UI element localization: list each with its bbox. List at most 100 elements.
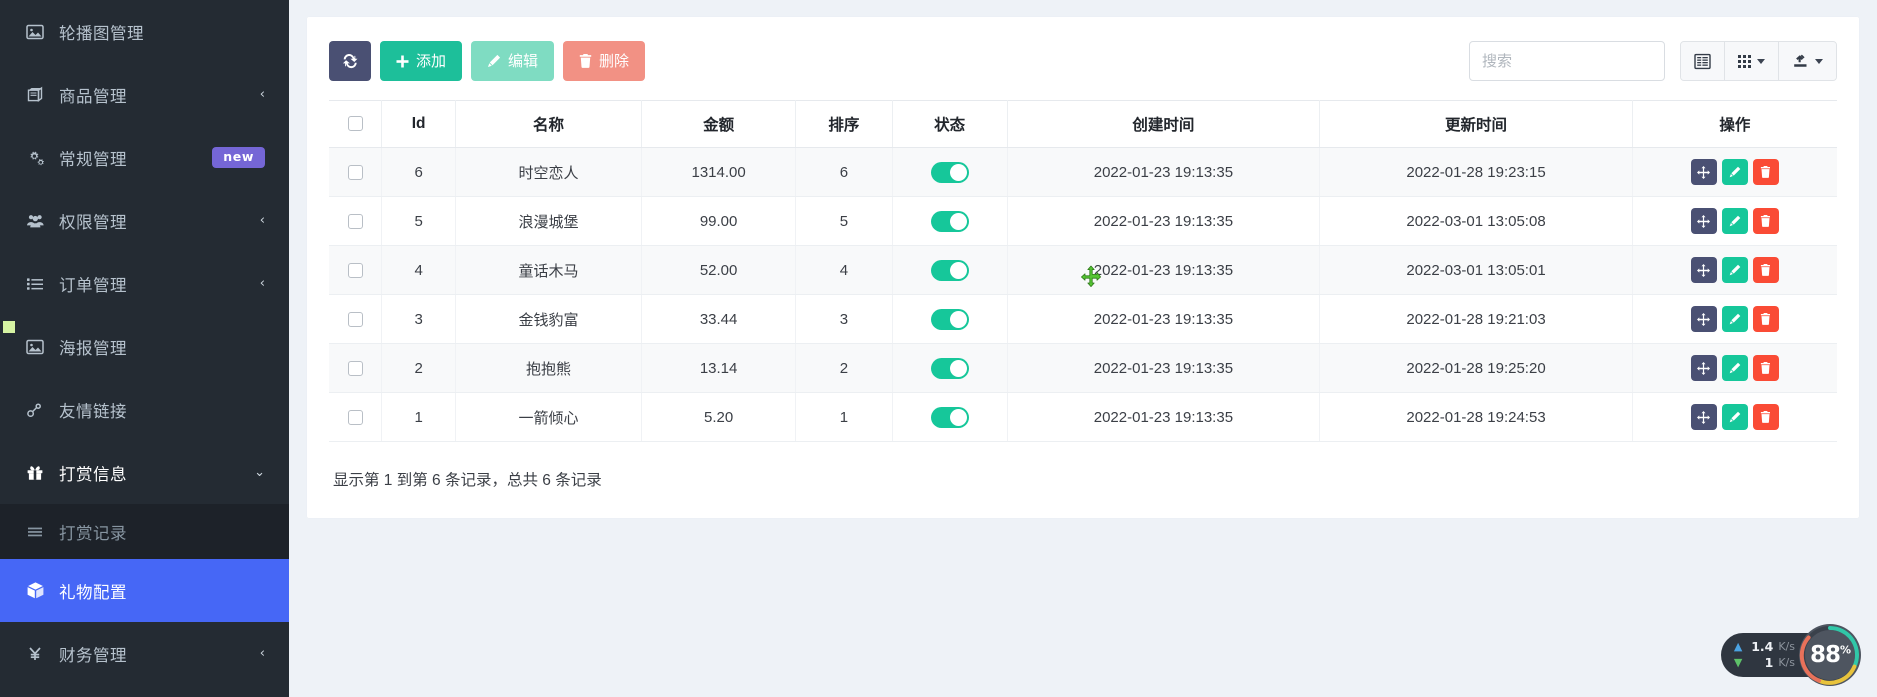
edit-icon[interactable] [1722,257,1748,283]
header-updated[interactable]: 更新时间 [1320,101,1633,148]
move-icon[interactable] [1691,306,1717,332]
row-checkbox[interactable] [348,263,363,278]
table-columns-icon[interactable] [1681,42,1725,80]
header-amount[interactable]: 金额 [642,101,796,148]
edit-button[interactable]: 编辑 [471,41,554,81]
status-toggle[interactable] [931,260,969,281]
grid-icon[interactable] [1725,42,1779,80]
edit-icon[interactable] [1722,306,1748,332]
edit-icon[interactable] [1722,404,1748,430]
row-checkbox[interactable] [348,312,363,327]
move-icon[interactable] [1691,257,1717,283]
upload-speed-row: ▲ 1.4 K/s [1734,639,1795,655]
cell-created: 2022-01-23 19:13:35 [1007,295,1320,344]
yen-icon [22,645,48,663]
status-toggle[interactable] [931,358,969,379]
table-row[interactable]: 5浪漫城堡99.0052022-01-23 19:13:352022-03-01… [329,197,1837,246]
edit-icon[interactable] [1722,159,1748,185]
chevron-left-icon: ‹ [260,277,265,290]
move-icon[interactable] [1691,208,1717,234]
box-icon [22,86,48,104]
sidebar-item-links[interactable]: 友情链接 [0,378,289,441]
sidebar-item-label: 订单管理 [59,272,260,296]
table-row[interactable]: 4童话木马52.0042022-01-23 19:13:352022-03-01… [329,246,1837,295]
export-icon[interactable] [1779,42,1836,80]
search-input[interactable] [1469,41,1665,81]
table-row[interactable]: 3金钱豹富33.4432022-01-23 19:13:352022-01-28… [329,295,1837,344]
header-sort[interactable]: 排序 [796,101,893,148]
cell-amount: 1314.00 [642,148,796,197]
move-icon[interactable] [1691,159,1717,185]
status-toggle[interactable] [931,309,969,330]
cell-actions [1632,295,1837,344]
edit-icon[interactable] [1722,355,1748,381]
delete-icon[interactable] [1753,208,1779,234]
delete-icon[interactable] [1753,355,1779,381]
delete-button[interactable]: 删除 [563,41,645,81]
sidebar-item-permissions[interactable]: 权限管理 ‹ [0,189,289,252]
chevron-down-icon [1757,59,1765,64]
sidebar-item-label: 打赏记录 [59,520,265,544]
cell-status [892,344,1007,393]
chevron-left-icon: ‹ [260,88,265,101]
delete-icon[interactable] [1753,159,1779,185]
edit-button-label: 编辑 [508,54,538,69]
status-toggle[interactable] [931,407,969,428]
table-footer-info: 显示第 1 到第 6 条记录，总共 6 条记录 [329,468,1837,490]
sidebar-item-carousel[interactable]: 轮播图管理 [0,0,289,63]
cell-created: 2022-01-23 19:13:35 [1007,393,1320,442]
delete-icon[interactable] [1753,306,1779,332]
cell-sort: 3 [796,295,893,344]
row-checkbox[interactable] [348,165,363,180]
row-action-group [1639,208,1831,234]
table-row[interactable]: 1一箭倾心5.2012022-01-23 19:13:352022-01-28 … [329,393,1837,442]
sidebar-item-reward-records[interactable]: 打赏记录 [0,504,289,559]
cell-id: 3 [382,295,456,344]
row-checkbox[interactable] [348,410,363,425]
chevron-down-icon: ⌄ [254,466,265,479]
status-toggle[interactable] [931,162,969,183]
upload-speed-value: 1.4 [1747,639,1773,655]
header-status[interactable]: 状态 [892,101,1007,148]
refresh-icon [342,53,358,69]
toolbar-right-group [1469,41,1837,81]
sidebar-item-finance[interactable]: 财务管理 ‹ [0,622,289,685]
cell-id: 6 [382,148,456,197]
cell-updated: 2022-03-01 13:05:08 [1320,197,1633,246]
move-icon[interactable] [1691,404,1717,430]
sidebar-item-poster[interactable]: 海报管理 [0,315,289,378]
sidebar-item-reward-info[interactable]: 打赏信息 ⌄ [0,441,289,504]
download-speed-value: 1 [1747,655,1773,671]
cell-name: 时空恋人 [455,148,641,197]
cell-created: 2022-01-23 19:13:35 [1007,246,1320,295]
header-name[interactable]: 名称 [455,101,641,148]
sidebar-item-goods[interactable]: 商品管理 ‹ [0,63,289,126]
row-action-group [1639,257,1831,283]
main-content: 添加 编辑 删除 [289,0,1877,697]
select-all-checkbox[interactable] [348,116,363,131]
sidebar-item-orders[interactable]: 订单管理 ‹ [0,252,289,315]
status-toggle[interactable] [931,211,969,232]
app-root: 轮播图管理 商品管理 ‹ 常规管理 new 权限管理 ‹ [0,0,1877,697]
row-checkbox[interactable] [348,214,363,229]
gift-icon [22,464,48,482]
delete-icon[interactable] [1753,257,1779,283]
add-button[interactable]: 添加 [380,41,462,81]
table-row[interactable]: 2抱抱熊13.1422022-01-23 19:13:352022-01-28 … [329,344,1837,393]
edit-icon[interactable] [1722,208,1748,234]
sidebar-item-general[interactable]: 常规管理 new [0,126,289,189]
cell-amount: 52.00 [642,246,796,295]
row-checkbox[interactable] [348,361,363,376]
download-speed-unit: K/s [1778,656,1795,670]
sidebar-item-gift-config[interactable]: 礼物配置 [0,559,289,622]
delete-icon[interactable] [1753,404,1779,430]
header-created[interactable]: 创建时间 [1007,101,1320,148]
cpu-usage-ring[interactable]: 88% [1799,624,1861,686]
refresh-button[interactable] [329,41,371,81]
gears-icon [22,149,48,167]
table-head: Id 名称 金额 排序 状态 创建时间 更新时间 操作 [329,101,1837,148]
system-monitor-widget[interactable]: ▲ 1.4 K/s ▼ 1 K/s 88% [1721,623,1861,687]
move-icon[interactable] [1691,355,1717,381]
table-row[interactable]: 6时空恋人1314.0062022-01-23 19:13:352022-01-… [329,148,1837,197]
header-id[interactable]: Id [382,101,456,148]
